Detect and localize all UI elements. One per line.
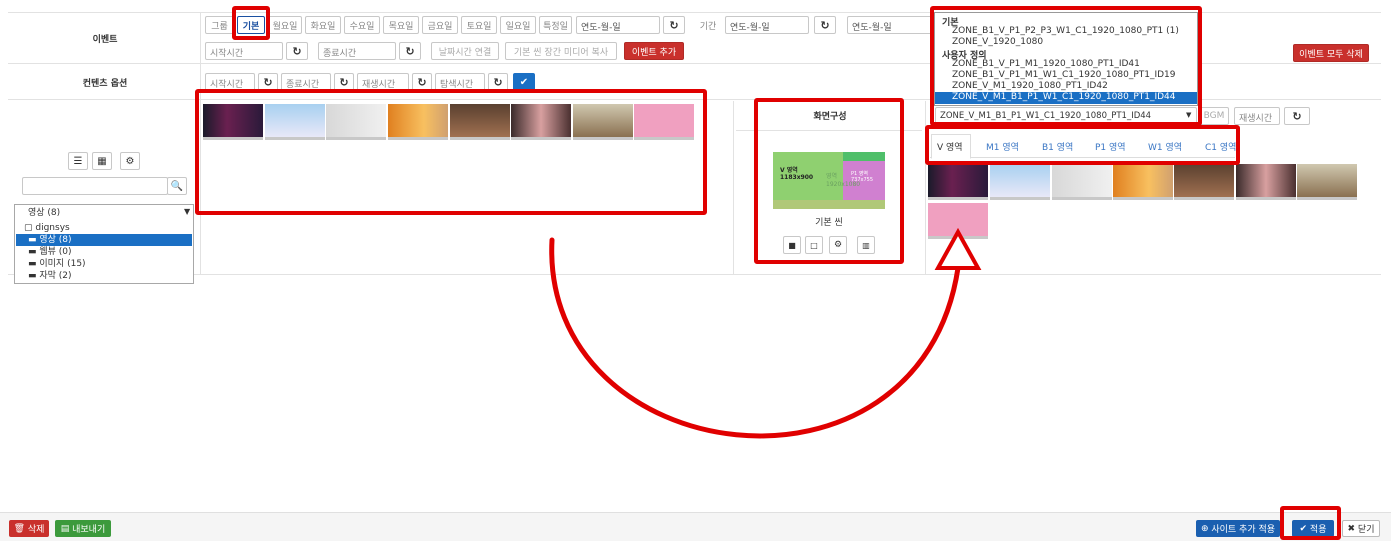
drag-arrow: [549, 227, 982, 439]
